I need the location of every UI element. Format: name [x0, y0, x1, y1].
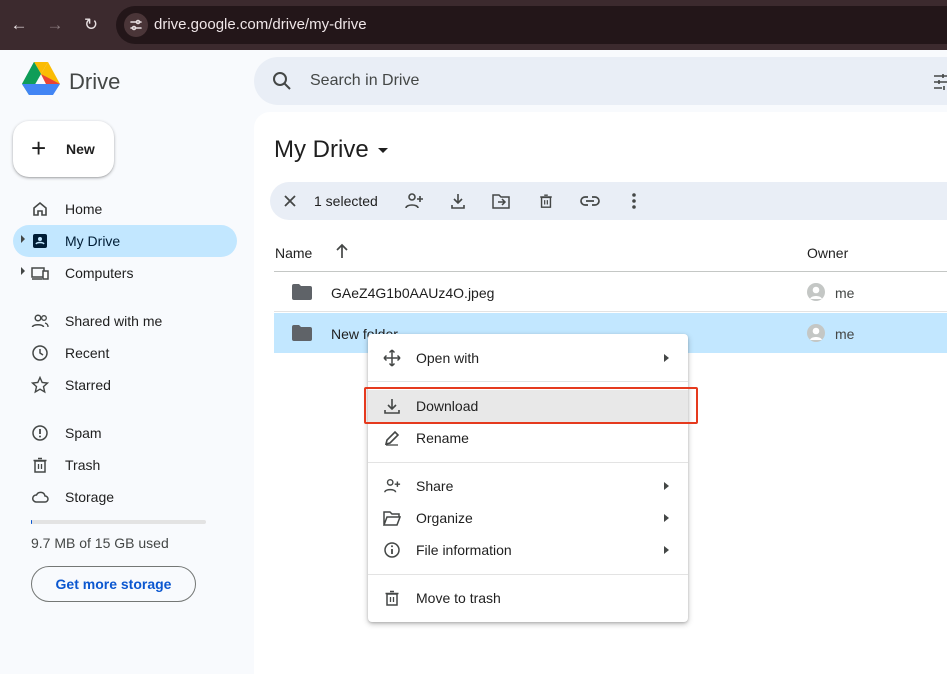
- sidebar-item-label: Computers: [65, 265, 134, 281]
- my-drive-icon: [33, 234, 47, 248]
- trash-icon: [385, 590, 399, 606]
- folder-open-icon: [383, 511, 401, 526]
- forward-arrow-icon[interactable]: →: [44, 14, 66, 36]
- column-header-name[interactable]: Name: [275, 245, 312, 261]
- sidebar-item-label: My Drive: [65, 233, 121, 249]
- get-more-storage-button[interactable]: Get more storage: [31, 566, 196, 602]
- site-settings-icon[interactable]: [124, 13, 148, 37]
- avatar: [807, 283, 825, 301]
- sidebar-item-starred[interactable]: Starred: [13, 369, 237, 401]
- clear-selection-close-icon[interactable]: [280, 191, 300, 211]
- back-arrow-icon[interactable]: ←: [8, 14, 30, 36]
- drive-logo-icon[interactable]: [22, 62, 60, 101]
- selection-toolbar: 1 selected: [270, 182, 947, 220]
- file-name: GAeZ4G1b0AAUz4O.jpeg: [331, 285, 495, 301]
- clock-icon: [32, 345, 48, 361]
- cloud-icon: [32, 491, 49, 503]
- menu-item-label: Open with: [416, 350, 480, 366]
- sidebar-item-my-drive[interactable]: My Drive: [13, 225, 237, 257]
- search-options-icon[interactable]: [934, 74, 947, 90]
- page-title[interactable]: My Drive: [274, 136, 369, 164]
- folder-icon: [292, 284, 312, 300]
- menu-divider: [368, 462, 688, 463]
- sidebar-item-recent[interactable]: Recent: [13, 337, 237, 369]
- sidebar-item-label: Starred: [65, 377, 111, 393]
- browser-toolbar: ← → ↻ drive.google.com/drive/my-drive: [0, 0, 947, 50]
- sidebar-item-computers[interactable]: Computers: [13, 257, 237, 289]
- storage-progress-bar: [31, 520, 206, 524]
- sidebar-item-label: Trash: [65, 457, 101, 473]
- computers-icon: [31, 267, 49, 280]
- sidebar-item-trash[interactable]: Trash: [13, 449, 237, 481]
- reload-icon[interactable]: ↻: [80, 14, 102, 36]
- trash-icon: [33, 457, 47, 473]
- app-name: Drive: [69, 69, 121, 94]
- menu-item-share[interactable]: Share: [368, 470, 688, 502]
- sidebar-item-label: Spam: [65, 425, 102, 441]
- menu-divider: [368, 381, 688, 382]
- menu-item-move-to-trash[interactable]: Move to trash: [368, 582, 688, 614]
- menu-item-open-with[interactable]: Open with: [368, 342, 688, 374]
- search-input[interactable]: Search in Drive: [310, 72, 419, 90]
- more-vert-icon[interactable]: [624, 191, 644, 211]
- folder-icon: [292, 325, 312, 341]
- home-icon: [33, 201, 47, 216]
- sidebar-item-spam[interactable]: Spam: [13, 417, 237, 449]
- menu-item-organize[interactable]: Organize: [368, 502, 688, 534]
- expand-caret-icon[interactable]: [21, 267, 25, 275]
- rename-icon: [384, 430, 400, 446]
- menu-item-label: File information: [416, 542, 512, 558]
- url-text: drive.google.com/drive/my-drive: [154, 16, 367, 33]
- file-row[interactable]: GAeZ4G1b0AAUz4O.jpeg me: [274, 272, 947, 312]
- menu-item-label: Share: [416, 478, 454, 494]
- shared-icon: [31, 314, 49, 328]
- sidebar-item-label: Home: [65, 201, 103, 217]
- trash-icon[interactable]: [536, 191, 556, 211]
- menu-item-label: Move to trash: [416, 590, 501, 606]
- star-icon: [31, 376, 49, 394]
- avatar: [807, 324, 825, 342]
- share-icon[interactable]: [404, 191, 424, 211]
- new-button-label: New: [66, 141, 95, 157]
- spam-icon: [32, 425, 48, 441]
- plus-icon: +: [31, 133, 47, 163]
- link-icon[interactable]: [580, 191, 600, 211]
- title-dropdown-icon[interactable]: [378, 148, 388, 153]
- submenu-arrow-icon: [664, 354, 669, 362]
- storage-usage-text: 9.7 MB of 15 GB used: [31, 535, 169, 551]
- submenu-arrow-icon: [664, 546, 669, 554]
- new-button[interactable]: + New: [13, 121, 114, 177]
- search-icon[interactable]: [272, 71, 292, 91]
- move-icon: [383, 349, 401, 367]
- menu-divider: [368, 574, 688, 575]
- address-bar[interactable]: drive.google.com/drive/my-drive: [116, 6, 947, 44]
- sidebar-item-shared[interactable]: Shared with me: [13, 305, 237, 337]
- column-header-owner[interactable]: Owner: [807, 245, 848, 261]
- download-highlight-annotation: [364, 387, 698, 424]
- sort-arrow-up-icon[interactable]: [335, 243, 349, 259]
- download-icon[interactable]: [448, 191, 468, 211]
- menu-item-rename[interactable]: Rename: [368, 422, 688, 454]
- menu-item-file-information[interactable]: File information: [368, 534, 688, 566]
- context-menu: Open with Download Rename Share Organize…: [368, 334, 688, 622]
- menu-item-label: Organize: [416, 510, 473, 526]
- owner-name: me: [835, 285, 855, 301]
- expand-caret-icon[interactable]: [21, 235, 25, 243]
- submenu-arrow-icon: [664, 482, 669, 490]
- search-bar[interactable]: Search in Drive: [254, 57, 947, 105]
- owner-name: me: [835, 326, 855, 342]
- sidebar-item-home[interactable]: Home: [13, 193, 237, 225]
- sidebar-item-label: Shared with me: [65, 313, 163, 329]
- sidebar-item-label: Storage: [65, 489, 115, 505]
- menu-item-label: Rename: [416, 430, 469, 446]
- selection-count: 1 selected: [314, 193, 378, 209]
- move-to-folder-icon[interactable]: [491, 191, 511, 211]
- info-icon: [384, 542, 400, 558]
- sidebar-item-label: Recent: [65, 345, 110, 361]
- sidebar-item-storage[interactable]: Storage: [13, 481, 237, 513]
- share-icon: [384, 478, 401, 493]
- submenu-arrow-icon: [664, 514, 669, 522]
